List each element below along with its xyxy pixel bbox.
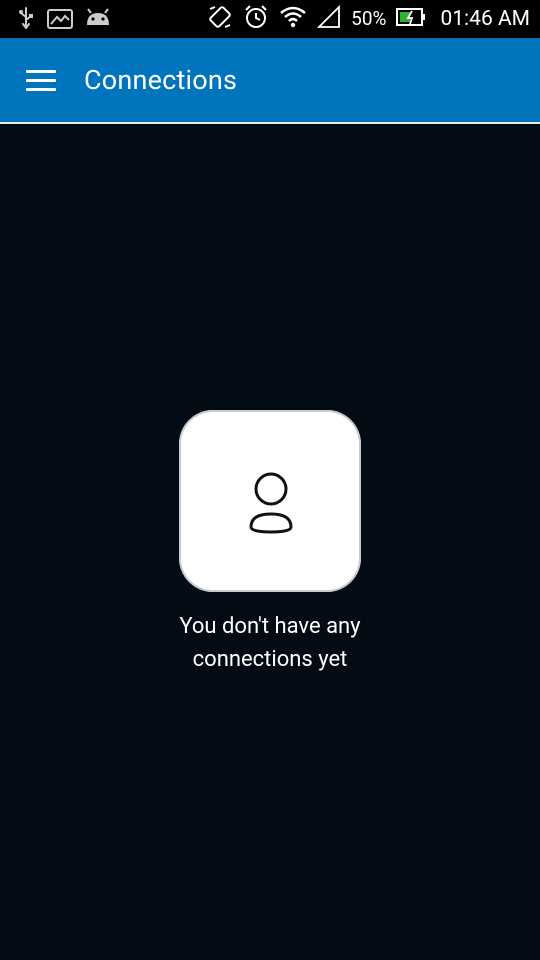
menu-button[interactable] bbox=[24, 68, 58, 94]
rotation-icon bbox=[207, 4, 233, 34]
page-title: Connections bbox=[84, 64, 238, 96]
system-icons: 50% 01:46 AM bbox=[207, 4, 530, 34]
alarm-icon bbox=[243, 4, 269, 34]
empty-message-line1: You don't have any bbox=[179, 614, 361, 639]
menu-icon-line bbox=[26, 88, 56, 91]
status-time: 01:46 AM bbox=[440, 7, 530, 31]
empty-state-message: You don't have any connections yet bbox=[120, 610, 420, 676]
battery-percent: 50% bbox=[351, 7, 387, 30]
usb-icon bbox=[16, 6, 36, 36]
person-icon bbox=[249, 472, 293, 534]
app-bar: Connections bbox=[0, 38, 540, 122]
menu-icon-line bbox=[26, 79, 56, 82]
image-icon bbox=[46, 7, 74, 35]
battery-icon bbox=[396, 7, 426, 31]
menu-icon bbox=[26, 70, 56, 73]
empty-message-line2: connections yet bbox=[192, 647, 348, 672]
app-bar-divider bbox=[0, 122, 540, 124]
notification-icons bbox=[16, 6, 112, 36]
android-icon bbox=[84, 7, 112, 35]
signal-icon bbox=[316, 4, 341, 33]
wifi-icon bbox=[279, 4, 307, 34]
status-bar: 50% 01:46 AM bbox=[0, 0, 540, 38]
